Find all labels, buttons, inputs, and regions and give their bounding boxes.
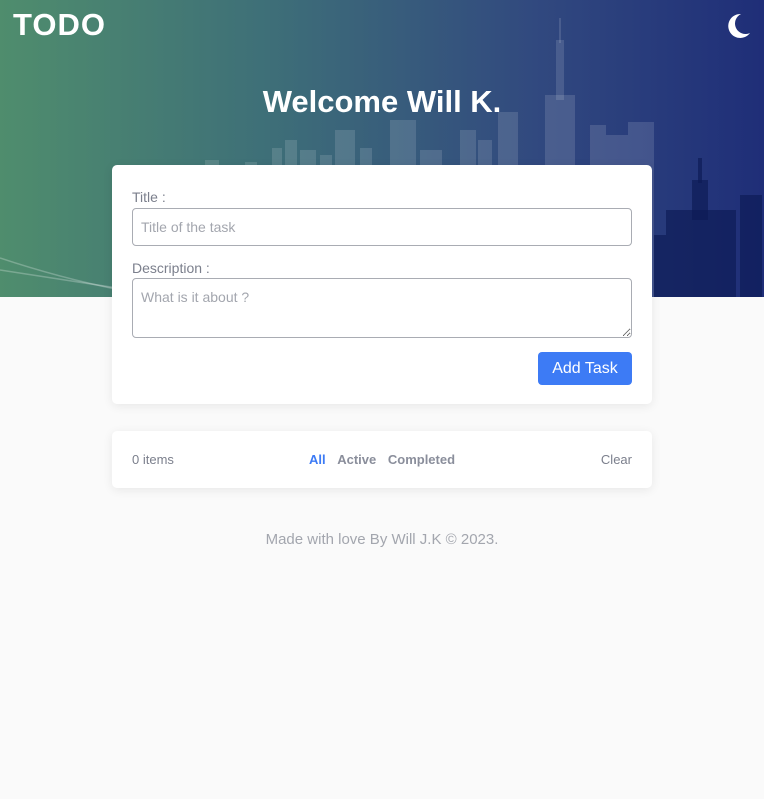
title-label: Title : (132, 189, 166, 205)
moon-icon[interactable] (722, 11, 752, 41)
welcome-heading: Welcome Will K. (262, 84, 502, 119)
filter-active[interactable]: Active (337, 452, 376, 467)
description-input[interactable] (132, 278, 632, 338)
filter-completed[interactable]: Completed (388, 452, 455, 467)
new-task-form: Title : Description : Add Task (112, 165, 652, 404)
task-list-footer: 0 items All Active Completed Clear (112, 431, 652, 488)
footer-credit: Made with love By Will J.K © 2023. (265, 531, 499, 548)
add-task-button[interactable]: Add Task (538, 352, 632, 385)
title-input[interactable] (132, 208, 632, 246)
clear-button[interactable]: Clear (601, 452, 632, 467)
filter-all[interactable]: All (309, 452, 326, 467)
filter-tabs: All Active Completed (112, 452, 652, 467)
app-logo: TODO (13, 7, 106, 42)
description-label: Description : (132, 260, 210, 276)
